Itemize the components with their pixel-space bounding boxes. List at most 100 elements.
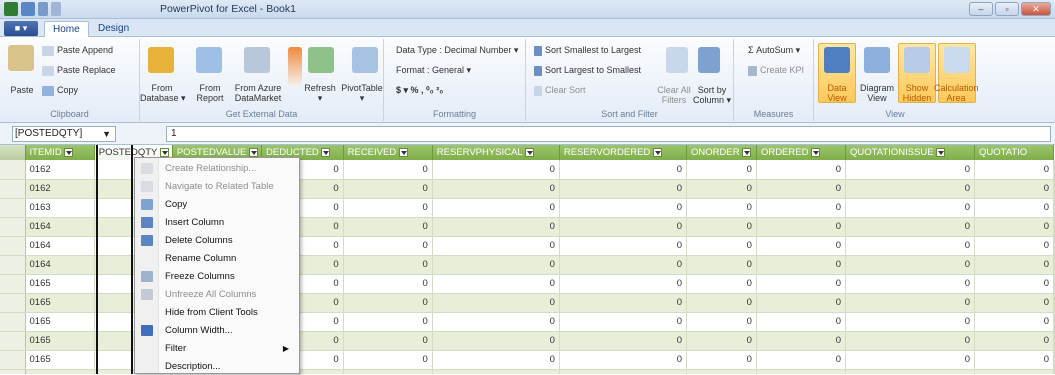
- cell-value[interactable]: 0: [756, 274, 847, 294]
- menu-item-create-relationship[interactable]: Create Relationship...: [135, 160, 299, 177]
- select-all-corner[interactable]: [0, 145, 26, 160]
- menu-item-column-width[interactable]: Column Width...: [135, 322, 299, 339]
- show-hidden-button[interactable]: Show Hidden: [898, 83, 936, 103]
- cell-value[interactable]: 0: [756, 179, 847, 199]
- cell-itemid[interactable]: 0163: [25, 198, 95, 218]
- cell-value[interactable]: 0: [343, 350, 433, 370]
- tab-design[interactable]: Design: [90, 21, 137, 37]
- format-dropdown[interactable]: Format : General ▾: [396, 65, 471, 76]
- cell-value[interactable]: [1053, 331, 1055, 351]
- filter-dropdown-icon[interactable]: [159, 147, 169, 157]
- diagram-view-button[interactable]: Diagram View: [858, 83, 896, 103]
- cell-value[interactable]: [1053, 179, 1055, 199]
- cell-value[interactable]: 0: [559, 369, 688, 374]
- cell-value[interactable]: 0: [559, 217, 688, 237]
- number-format-buttons[interactable]: $ ▾ % , ⁰₀ ²₀: [396, 85, 443, 96]
- cell-value[interactable]: 0: [756, 255, 847, 275]
- menu-item-freeze-columns[interactable]: Freeze Columns: [135, 268, 299, 285]
- cell-value[interactable]: 0: [432, 217, 560, 237]
- cell-value[interactable]: 0: [686, 179, 757, 199]
- column-header-reservphysical[interactable]: RESERVPHYSICAL: [432, 145, 560, 160]
- cell-value[interactable]: 0: [686, 198, 757, 218]
- cell-value[interactable]: 0: [686, 293, 757, 313]
- cell-itemid[interactable]: 0165: [25, 350, 95, 370]
- cell-itemid[interactable]: 0164: [25, 236, 95, 256]
- calculation-area-icon[interactable]: [944, 47, 970, 73]
- cell-value[interactable]: 0: [845, 255, 975, 275]
- row-header[interactable]: [0, 331, 26, 351]
- from-report-button[interactable]: From Report: [188, 83, 232, 103]
- cell-value[interactable]: 0: [756, 312, 847, 332]
- cell-value[interactable]: 0: [559, 160, 688, 180]
- data-view-icon[interactable]: [824, 47, 850, 73]
- cell-value[interactable]: 0: [974, 217, 1054, 237]
- cell-value[interactable]: 0: [432, 255, 560, 275]
- clear-filters-icon[interactable]: [666, 47, 688, 73]
- filter-dropdown-icon[interactable]: [811, 147, 821, 157]
- row-header[interactable]: [0, 179, 26, 199]
- cell-value[interactable]: 0: [974, 255, 1054, 275]
- sort-descending-button[interactable]: Sort Largest to Smallest: [534, 65, 641, 76]
- close-button[interactable]: ✕: [1021, 2, 1051, 16]
- cell-value[interactable]: 0: [845, 350, 975, 370]
- cell-value[interactable]: 0: [559, 293, 688, 313]
- cell-value[interactable]: 0: [756, 198, 847, 218]
- cell-itemid[interactable]: 0162: [25, 160, 95, 180]
- excel-app-icon[interactable]: [4, 2, 18, 16]
- chevron-down-icon[interactable]: ▼: [102, 127, 111, 141]
- cell-value[interactable]: 0: [559, 331, 688, 351]
- cell-value[interactable]: 0: [559, 179, 688, 199]
- tab-home[interactable]: Home: [44, 21, 89, 37]
- cell-itemid[interactable]: 0165: [25, 293, 95, 313]
- cell-value[interactable]: 0: [845, 236, 975, 256]
- cell-itemid[interactable]: 0165: [25, 312, 95, 332]
- cell-value[interactable]: 0: [845, 160, 975, 180]
- report-icon[interactable]: [196, 47, 222, 73]
- cell-value[interactable]: 0: [343, 217, 433, 237]
- cell-value[interactable]: 0: [559, 350, 688, 370]
- paste-replace-button[interactable]: Paste Replace: [42, 65, 116, 76]
- cell-itemid[interactable]: 0164: [25, 217, 95, 237]
- column-header-received[interactable]: RECEIVED: [343, 145, 433, 160]
- filter-dropdown-icon[interactable]: [936, 147, 946, 157]
- cell-value[interactable]: [1053, 160, 1055, 180]
- undo-icon[interactable]: [38, 2, 48, 16]
- row-header[interactable]: [0, 369, 26, 374]
- azure-datamarket-icon[interactable]: [244, 47, 270, 73]
- menu-item-unfreeze-all-columns[interactable]: Unfreeze All Columns: [135, 286, 299, 303]
- cell-value[interactable]: 0: [432, 198, 560, 218]
- sort-ascending-button[interactable]: Sort Smallest to Largest: [534, 45, 641, 56]
- menu-item-copy[interactable]: Copy: [135, 196, 299, 213]
- paste-append-button[interactable]: Paste Append: [42, 45, 113, 56]
- cell-value[interactable]: 0: [756, 217, 847, 237]
- database-icon[interactable]: [148, 47, 174, 73]
- cell-value[interactable]: 0: [845, 217, 975, 237]
- cell-value[interactable]: 0: [686, 331, 757, 351]
- autosum-button[interactable]: Σ AutoSum ▾: [748, 45, 800, 56]
- row-header[interactable]: [0, 198, 26, 218]
- cell-value[interactable]: 0: [756, 331, 847, 351]
- cell-value[interactable]: 0: [974, 236, 1054, 256]
- column-header-ordered[interactable]: ORDERED: [756, 145, 847, 160]
- column-header-quotatio[interactable]: QUOTATIO: [974, 145, 1054, 160]
- from-azure-button[interactable]: From Azure DataMarket: [234, 83, 282, 103]
- cell-value[interactable]: 0: [432, 274, 560, 294]
- filter-dropdown-icon[interactable]: [742, 147, 752, 157]
- row-header[interactable]: [0, 350, 26, 370]
- menu-item-navigate-to-related-table[interactable]: Navigate to Related Table: [135, 178, 299, 195]
- cell-value[interactable]: 0: [432, 369, 560, 374]
- cell-value[interactable]: 0: [845, 274, 975, 294]
- cell-value[interactable]: [1053, 236, 1055, 256]
- paste-icon[interactable]: [8, 45, 34, 71]
- cell-value[interactable]: 0: [686, 160, 757, 180]
- other-sources-icon[interactable]: [288, 47, 302, 87]
- cell-value[interactable]: 0: [974, 198, 1054, 218]
- filter-dropdown-icon[interactable]: [652, 147, 662, 157]
- cell-value[interactable]: 0: [686, 274, 757, 294]
- row-header[interactable]: [0, 274, 26, 294]
- cell-value[interactable]: 0: [432, 350, 560, 370]
- filter-dropdown-icon[interactable]: [398, 147, 408, 157]
- cell-value[interactable]: 0: [686, 350, 757, 370]
- cell-value[interactable]: 0: [756, 236, 847, 256]
- cell-value[interactable]: 0: [974, 350, 1054, 370]
